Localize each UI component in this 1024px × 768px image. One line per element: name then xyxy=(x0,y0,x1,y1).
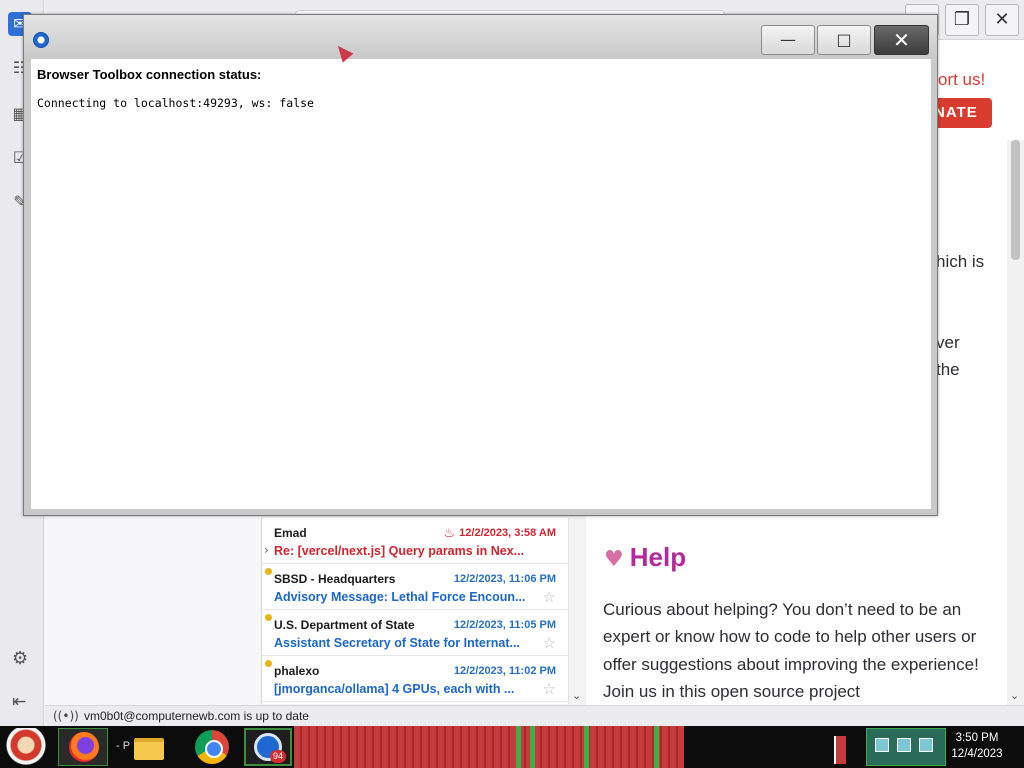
firefox-icon xyxy=(69,732,99,762)
taskbar-thunderbird[interactable]: 94 xyxy=(244,728,292,766)
star-icon[interactable]: ☆ xyxy=(543,588,556,606)
dialog-body: Browser Toolbox connection status: Conne… xyxy=(31,59,931,509)
dialog-heading: Browser Toolbox connection status: xyxy=(37,67,262,82)
clock[interactable]: 3:50 PM 12/4/2023 xyxy=(946,730,1008,762)
body-text-fragment: ver xyxy=(936,333,960,352)
maximize-button[interactable]: □ xyxy=(817,25,871,55)
scroll-down-icon[interactable]: ⌄ xyxy=(572,689,581,702)
body-text-fragment: the xyxy=(936,360,960,379)
close-button[interactable]: ✕ xyxy=(874,25,929,55)
chrome-icon xyxy=(195,730,229,764)
unread-icon xyxy=(265,614,272,621)
taskbar: - P 94 3:50 PM 12/4/2023 xyxy=(0,726,1024,768)
message-subject: Advisory Message: Lethal Force Encoun... xyxy=(274,590,526,604)
star-icon[interactable]: ☆ xyxy=(543,680,556,698)
taskbar-running-apps[interactable] xyxy=(294,726,684,768)
status-bar: ((•)) vm0b0t@computernewb.com is up to d… xyxy=(45,705,1024,726)
preview-scrollbar[interactable]: ⌄ xyxy=(1007,140,1024,706)
app-icon xyxy=(33,32,49,48)
message-date: 12/2/2023, 3:58 AM xyxy=(459,527,556,539)
table-row[interactable]: Emad ♨ 12/2/2023, 3:58 AM › Re: [vercel/… xyxy=(262,518,568,564)
support-link[interactable]: ort us! xyxy=(938,70,985,90)
taskbar-chrome[interactable] xyxy=(192,728,234,766)
fire-icon: ♨ xyxy=(443,526,455,541)
help-heading-text: Help xyxy=(629,542,687,572)
message-date: 12/2/2023, 11:05 PM xyxy=(453,619,556,631)
display-icon[interactable] xyxy=(897,738,911,752)
start-button[interactable] xyxy=(4,728,48,766)
network-icon[interactable] xyxy=(875,738,889,752)
taskbar-label: - P xyxy=(116,740,131,752)
gear-icon[interactable]: ⚙ xyxy=(12,648,28,669)
chevron-right-icon[interactable]: › xyxy=(264,543,269,557)
clock-time: 3:50 PM xyxy=(955,732,999,744)
message-sender: SBSD - Headquarters xyxy=(274,572,396,586)
minimize-button[interactable]: — xyxy=(761,25,815,55)
message-date: 12/2/2023, 11:02 PM xyxy=(453,665,556,677)
system-tray[interactable] xyxy=(866,728,946,766)
taskbar-separator xyxy=(654,726,659,768)
message-subject: [jmorganca/ollama] 4 GPUs, each with ... xyxy=(274,682,515,696)
message-date: 12/2/2023, 11:06 PM xyxy=(453,573,556,585)
message-subject: Assistant Secretary of State for Interna… xyxy=(274,636,520,650)
message-list: Emad ♨ 12/2/2023, 3:58 AM › Re: [vercel/… xyxy=(261,518,569,704)
taskbar-explorer[interactable] xyxy=(132,728,166,766)
taskbar-separator xyxy=(516,726,521,768)
red-marker xyxy=(834,736,846,764)
scrollbar-thumb[interactable] xyxy=(1011,140,1020,260)
connection-icon: ((•)) xyxy=(53,709,79,723)
dialog-titlebar[interactable]: — □ ✕ xyxy=(24,15,937,59)
message-sender: U.S. Department of State xyxy=(274,618,415,632)
connection-status-text: Connecting to localhost:49293, ws: false xyxy=(37,96,314,110)
close-window-icon[interactable]: ✕ xyxy=(985,4,1019,36)
desktop: ✉ ☷ ▦ ☑ ✎ ❐ ✕ Emad ♨ 12/2/2023, 3:58 AM … xyxy=(0,0,1024,768)
message-sender: Emad xyxy=(274,526,307,540)
collapse-icon[interactable]: ⇤ xyxy=(12,692,26,712)
unread-badge: 94 xyxy=(270,750,286,763)
restore-window-icon[interactable]: ❐ xyxy=(945,4,979,36)
taskbar-separator xyxy=(584,726,589,768)
scroll-down-icon[interactable]: ⌄ xyxy=(1010,689,1019,702)
help-paragraph: Curious about helping? You don’t need to… xyxy=(603,600,979,701)
table-row[interactable]: phalexo 12/2/2023, 11:02 PM [jmorganca/o… xyxy=(262,656,568,702)
heart-icon: ♥ xyxy=(604,547,624,572)
status-text: vm0b0t@computernewb.com is up to date xyxy=(84,709,309,723)
message-list-scrollbar[interactable]: ⌄ xyxy=(568,518,585,704)
message-subject: Re: [vercel/next.js] Query params in Nex… xyxy=(274,544,525,558)
taskbar-separator xyxy=(530,726,535,768)
taskbar-firefox[interactable] xyxy=(58,728,108,766)
table-row[interactable]: U.S. Department of State 12/2/2023, 11:0… xyxy=(262,610,568,656)
volume-icon[interactable] xyxy=(919,738,933,752)
folder-icon xyxy=(134,738,164,760)
body-text-fragment: hich is xyxy=(936,252,985,271)
unread-icon xyxy=(265,660,272,667)
table-row[interactable]: SBSD - Headquarters 12/2/2023, 11:06 PM … xyxy=(262,564,568,610)
star-icon[interactable]: ☆ xyxy=(543,634,556,652)
unread-icon xyxy=(265,568,272,575)
connection-status-dialog: — □ ✕ Browser Toolbox connection status:… xyxy=(23,14,938,516)
help-heading: ♥ Help xyxy=(604,542,686,573)
clock-date: 12/4/2023 xyxy=(951,748,1003,760)
show-desktop-button[interactable] xyxy=(832,728,854,766)
message-sender: phalexo xyxy=(274,664,320,678)
